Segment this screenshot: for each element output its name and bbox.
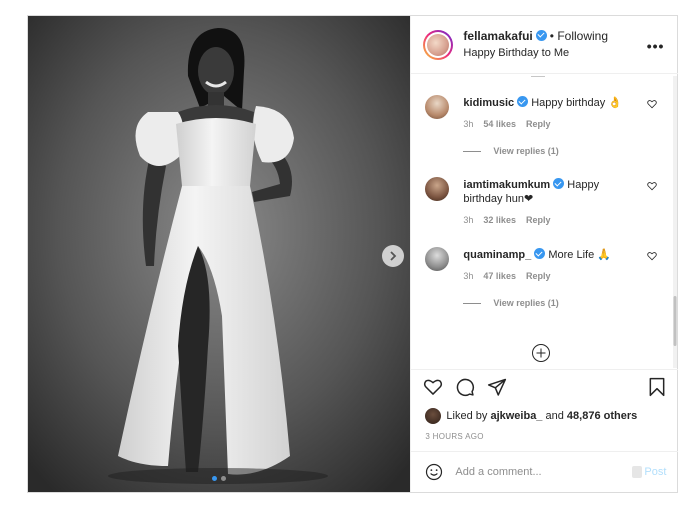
more-options-icon[interactable]: ••• xyxy=(647,38,665,54)
comment-time: 3h xyxy=(463,271,474,281)
comment-username[interactable]: kidimusic xyxy=(463,97,514,109)
comments-list: kidimusic Happy birthday 👌 3h 54 likes R… xyxy=(411,75,678,369)
load-more-comments-icon[interactable] xyxy=(531,343,551,363)
woman-in-white-gown-photo xyxy=(28,16,411,492)
post-side-panel: fellamakafui • Following Happy Birthday t… xyxy=(410,16,679,492)
comment-time: 3h xyxy=(463,119,474,129)
instagram-post: fellamakafui • Following Happy Birthday t… xyxy=(27,15,679,493)
likes-count[interactable]: 48,876 others xyxy=(567,410,637,422)
liked-by-summary: Liked by ajkweiba_ and 48,876 others xyxy=(425,408,637,424)
post-caption: Happy Birthday to Me xyxy=(463,46,570,59)
comment-likes[interactable]: 54 likes xyxy=(483,119,516,129)
comment-heart-icon[interactable] xyxy=(647,251,658,261)
liker-avatar[interactable] xyxy=(425,408,442,424)
follow-status[interactable]: • Following xyxy=(550,29,608,43)
carousel-indicator xyxy=(212,476,226,481)
post-timestamp[interactable]: 3 HOURS AGO xyxy=(425,432,483,441)
comments-scrollbar[interactable] xyxy=(673,76,677,368)
carousel-dot xyxy=(221,476,226,481)
bookmark-icon[interactable] xyxy=(647,377,667,397)
view-replies-button[interactable]: View replies (1) xyxy=(463,146,559,156)
comment-heart-icon[interactable] xyxy=(647,181,658,191)
clipped-content xyxy=(531,75,546,77)
carousel-dot-active xyxy=(212,476,217,481)
post-photo[interactable] xyxy=(28,16,411,492)
add-comment-bar: Post xyxy=(411,451,679,492)
comment-text: Happy birthday 👌 xyxy=(531,97,622,109)
next-slide-button[interactable] xyxy=(382,245,404,267)
commenter-avatar[interactable] xyxy=(425,247,450,271)
reply-button[interactable]: Reply xyxy=(526,215,551,225)
comment-text: More Life 🙏 xyxy=(548,249,611,261)
verified-badge-icon xyxy=(517,96,529,107)
comment-likes[interactable]: 47 likes xyxy=(483,271,516,281)
comment-username[interactable]: iamtimakumkum xyxy=(463,179,550,191)
verified-badge-icon xyxy=(553,178,565,189)
emoji-icon[interactable] xyxy=(425,463,443,481)
share-icon[interactable] xyxy=(487,377,507,397)
comment-username[interactable]: quaminamp_ xyxy=(463,249,531,261)
verified-badge-icon xyxy=(534,248,546,259)
liker-username[interactable]: ajkweiba_ xyxy=(490,410,542,422)
author-avatar[interactable] xyxy=(423,29,454,60)
comment-likes[interactable]: 32 likes xyxy=(483,215,516,225)
commenter-avatar[interactable] xyxy=(425,177,450,201)
heart-icon[interactable] xyxy=(423,377,443,397)
reply-button[interactable]: Reply xyxy=(526,119,551,129)
commenter-avatar[interactable] xyxy=(425,95,450,119)
post-header: fellamakafui • Following Happy Birthday t… xyxy=(411,16,679,74)
chevron-right-icon xyxy=(390,251,397,261)
author-username[interactable]: fellamakafui xyxy=(463,29,532,43)
reply-button[interactable]: Reply xyxy=(526,271,551,281)
comment-heart-icon[interactable] xyxy=(647,99,658,109)
comment-icon[interactable] xyxy=(455,377,475,397)
post-actions: Liked by ajkweiba_ and 48,876 others 3 H… xyxy=(411,369,679,449)
comment-time: 3h xyxy=(463,215,474,225)
post-comment-button[interactable]: Post xyxy=(632,466,666,478)
view-replies-button[interactable]: View replies (1) xyxy=(463,298,559,308)
resize-handle-icon xyxy=(632,466,643,478)
verified-badge-icon xyxy=(535,29,547,41)
comment-input[interactable] xyxy=(455,466,624,478)
